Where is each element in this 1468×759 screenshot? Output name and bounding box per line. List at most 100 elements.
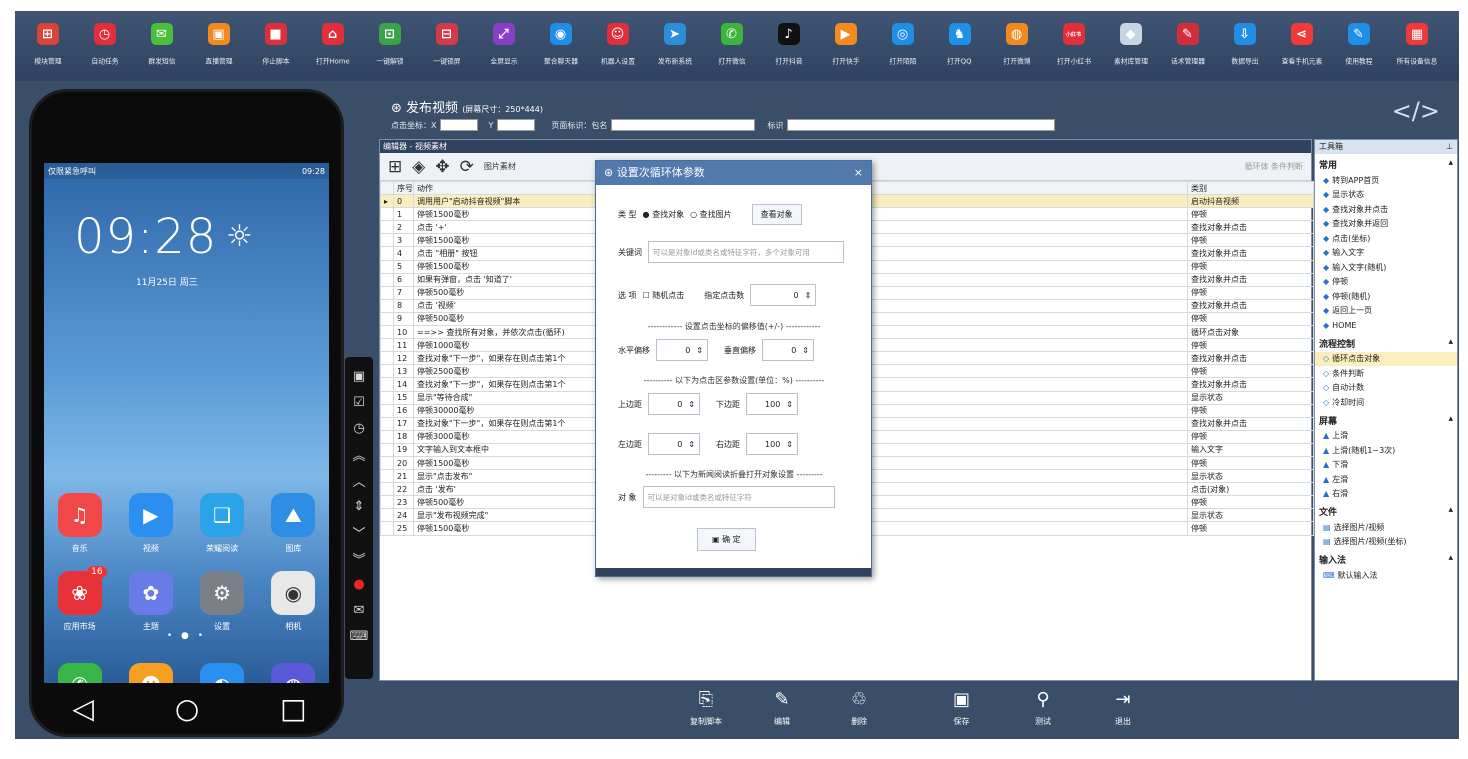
exit-button[interactable]: ⇥ 退出 [1115,689,1131,727]
toolbox-item[interactable]: ◇ 循环点击对象 [1315,351,1457,366]
collapse-icon[interactable]: ▴ [1448,505,1453,518]
toolbar-button-qq[interactable]: ♞ 打开QQ [931,11,988,81]
app-book[interactable]: ❑ 荣耀阅读 [192,493,252,554]
toolbox-section[interactable]: 文件 ▴ [1315,501,1457,520]
app-music[interactable]: ♫ 音乐 [50,493,110,554]
v-offset-spinner[interactable]: 0 ⇕ [762,339,814,361]
app-theme[interactable]: ✿ 主题 [121,571,181,632]
toolbox-item[interactable]: ◇ 自动计数 [1315,381,1457,396]
close-icon[interactable]: × [854,161,871,185]
collapse-icon[interactable]: ▴ [1448,553,1453,566]
toolbox-item[interactable]: ◆ 停顿(随机) [1315,289,1457,304]
record-icon[interactable]: ● [353,571,364,597]
loop-condition-tools[interactable]: 循环体 条件判断 [1244,161,1303,172]
code-icon[interactable]: </> [1392,97,1440,125]
toolbar-button-module[interactable]: ⊞ 模块管理 [19,11,76,81]
add-icon[interactable]: ⊞ [388,157,402,177]
toolbox-section[interactable]: 屏幕 ▴ [1315,410,1457,429]
toolbar-button-send[interactable]: ➤ 发布新系统 [646,11,703,81]
toolbox-item[interactable]: ▲ 右滑 [1315,487,1457,502]
swipe-down-fast-icon[interactable]: ︾ [352,545,365,571]
app-video[interactable]: ▶ 视频 [121,493,181,554]
toolbar-button-tiktok[interactable]: ♪ 打开抖音 [760,11,817,81]
toolbox-item[interactable]: ▲ 上滑(随机1~3次) [1315,443,1457,458]
toolbox-item[interactable]: ◆ 输入文字 [1315,246,1457,261]
view-object-button[interactable]: 查看对象 [751,204,802,225]
toolbar-button-message[interactable]: ✉ 群发短信 [133,11,190,81]
toolbox-item[interactable]: ▤ 选择图片/视频(坐标) [1315,535,1457,550]
click-count-spinner[interactable]: 0 ⇕ [750,284,817,306]
app-camera[interactable]: ◉ 相机 [263,571,323,632]
copy-button[interactable]: ⎘ 复制脚本 [690,689,722,727]
swipe-up-icon[interactable]: ︿ [352,467,365,493]
h-offset-spinner[interactable]: 0 ⇕ [656,339,708,361]
toolbar-button-tutorial[interactable]: ✎ 使用教程 [1330,11,1387,81]
swipe-updown-icon[interactable]: ⇕ [354,493,365,519]
chat-icon[interactable]: ✉ [354,597,365,623]
page-id-input[interactable] [611,119,756,131]
toolbox-item[interactable]: ▲ 左滑 [1315,472,1457,487]
toolbox-item[interactable]: ▲ 上滑 [1315,429,1457,444]
image-material-button[interactable]: 图片素材 [484,161,516,172]
top-spinner[interactable]: 0 ⇕ [648,393,700,415]
toolbar-button-fullscreen[interactable]: ⤢ 全屏显示 [475,11,532,81]
x-input[interactable] [440,119,479,131]
toolbar-button-tv[interactable]: ▣ 直播管理 [190,11,247,81]
toolbox-item[interactable]: ◇ 冷却时间 [1315,395,1457,410]
toolbar-button-clock[interactable]: ◷ 自动任务 [76,11,133,81]
collapse-icon[interactable]: ▴ [1448,337,1453,350]
toolbar-button-export[interactable]: ⇩ 数据导出 [1216,11,1273,81]
toolbox-item[interactable]: ▲ 下滑 [1315,458,1457,473]
bottom-spinner[interactable]: 100 ⇕ [746,393,798,415]
toolbox-section[interactable]: 流程控制 ▴ [1315,333,1457,352]
toolbox-item[interactable]: ◇ 条件判断 [1315,366,1457,381]
toolbox-section[interactable]: 常用 ▴ [1315,154,1457,173]
toolbar-button-devices[interactable]: ▦ 所有设备信息 [1387,11,1447,81]
toolbar-button-wechat[interactable]: ✆ 打开微信 [703,11,760,81]
swipe-down-icon[interactable]: ﹀ [352,519,365,545]
toolbox-item[interactable]: ◆ 查找对象并点击 [1315,202,1457,217]
save-button[interactable]: ▣ 保存 [953,689,970,727]
random-click-checkbox[interactable]: ☐ 随机点击 [643,290,685,301]
delete-button[interactable]: ♲ 删除 [851,689,867,727]
edit-button[interactable]: ✎ 编辑 [774,689,790,727]
home-icon[interactable]: ○ [175,692,199,725]
recents-icon[interactable]: □ [280,692,306,725]
checkbox-icon[interactable]: ☑ [353,389,365,415]
toolbar-button-stop[interactable]: ■ 停止脚本 [247,11,304,81]
toolbox-item[interactable]: ◆ 输入文字(随机) [1315,260,1457,275]
toolbox-section[interactable]: 输入法 ▴ [1315,549,1457,568]
phone-screen[interactable]: 仅限紧急呼叫 09:28 09:28 ☼ 11月25日 周三 ♫ 音乐 ▶ 视频 ❑ 荣耀… [44,163,329,683]
radio-find-image[interactable]: ○ 查找图片 [690,209,732,220]
radio-find-object[interactable]: ● 查找对象 [643,209,685,220]
pin-icon[interactable]: ⊥ [1446,140,1453,154]
toolbox-item[interactable]: ◆ 返回上一页 [1315,304,1457,319]
app-sms[interactable]: ◐ [192,663,252,683]
swipe-up-fast-icon[interactable]: ︽ [352,441,365,467]
toolbox-item[interactable]: ▤ 选择图片/视频 [1315,520,1457,535]
flag-input[interactable] [787,119,1056,131]
toolbar-button-share[interactable]: ⋖ 查看手机元素 [1273,11,1330,81]
refresh-icon[interactable]: ⟳ [460,157,474,177]
toolbar-button-home[interactable]: ⌂ 打开Home [304,11,361,81]
toolbar-button-weibo[interactable]: ◍ 打开微博 [988,11,1045,81]
app-settings[interactable]: ⚙ 设置 [192,571,252,632]
toolbox-item[interactable]: ◆ 点击(坐标) [1315,231,1457,246]
tag-icon[interactable]: ◈ [412,157,425,177]
pick-icon[interactable]: ✥ [435,157,449,177]
left-spinner[interactable]: 0 ⇕ [648,433,700,455]
toolbar-button-chat-aggregator[interactable]: ◉ 聚合聊天器 [532,11,589,81]
toolbar-button-script-talk[interactable]: ✎ 话术管理器 [1159,11,1216,81]
collapse-icon[interactable]: ▴ [1448,158,1453,171]
toolbar-button-momo[interactable]: ◎ 打开陌陌 [874,11,931,81]
app-contacts[interactable]: ☻ [121,663,181,683]
toolbar-button-robot[interactable]: ☺ 机器人设置 [589,11,646,81]
app-phone[interactable]: ✆ [50,663,110,683]
toolbox-item[interactable]: ◆ 停顿 [1315,275,1457,290]
toolbar-button-kuaishou[interactable]: ▶ 打开快手 [817,11,874,81]
toolbar-button-lock[interactable]: ⊟ 一键锁屏 [418,11,475,81]
toolbox-item[interactable]: ◆ 转到APP首页 [1315,173,1457,188]
test-button[interactable]: ⚲ 测试 [1035,689,1051,727]
toolbox-item[interactable]: ◆ 查找对象并返回 [1315,217,1457,232]
screenshot-icon[interactable]: ▣ [353,363,365,389]
